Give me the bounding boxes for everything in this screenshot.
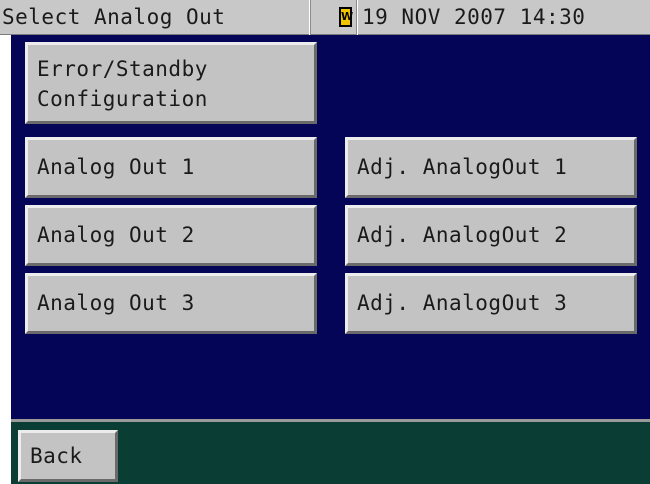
- left-margin: [0, 35, 11, 484]
- analog-out-2-button[interactable]: Analog Out 2: [25, 205, 317, 266]
- analog-out-3-button[interactable]: Analog Out 3: [25, 273, 317, 334]
- adj-analog-out-1-button[interactable]: Adj. AnalogOut 1: [345, 137, 637, 198]
- warning-icon-letter: W: [341, 10, 354, 23]
- icon-divider: [356, 0, 358, 35]
- title-bar: Select Analog Out W 19 NOV 2007 14:30: [0, 0, 650, 35]
- error-standby-label-line-1: Error/Standby: [37, 57, 208, 81]
- title-divider: [309, 0, 311, 35]
- hmi-screen: Select Analog Out W 19 NOV 2007 14:30 Er…: [0, 0, 650, 484]
- error-standby-label-line-2: Configuration: [37, 87, 208, 111]
- adj-analog-out-3-button[interactable]: Adj. AnalogOut 3: [345, 273, 637, 334]
- analog-out-1-button[interactable]: Analog Out 1: [25, 137, 317, 198]
- page-title: Select Analog Out: [2, 5, 226, 29]
- error-standby-configuration-button[interactable]: Error/Standby Configuration: [25, 42, 317, 124]
- adj-analog-out-2-button[interactable]: Adj. AnalogOut 2: [345, 205, 637, 266]
- warning-icon[interactable]: W: [339, 7, 354, 27]
- back-button[interactable]: Back: [18, 430, 118, 482]
- date-time-display: 19 NOV 2007 14:30: [362, 5, 586, 29]
